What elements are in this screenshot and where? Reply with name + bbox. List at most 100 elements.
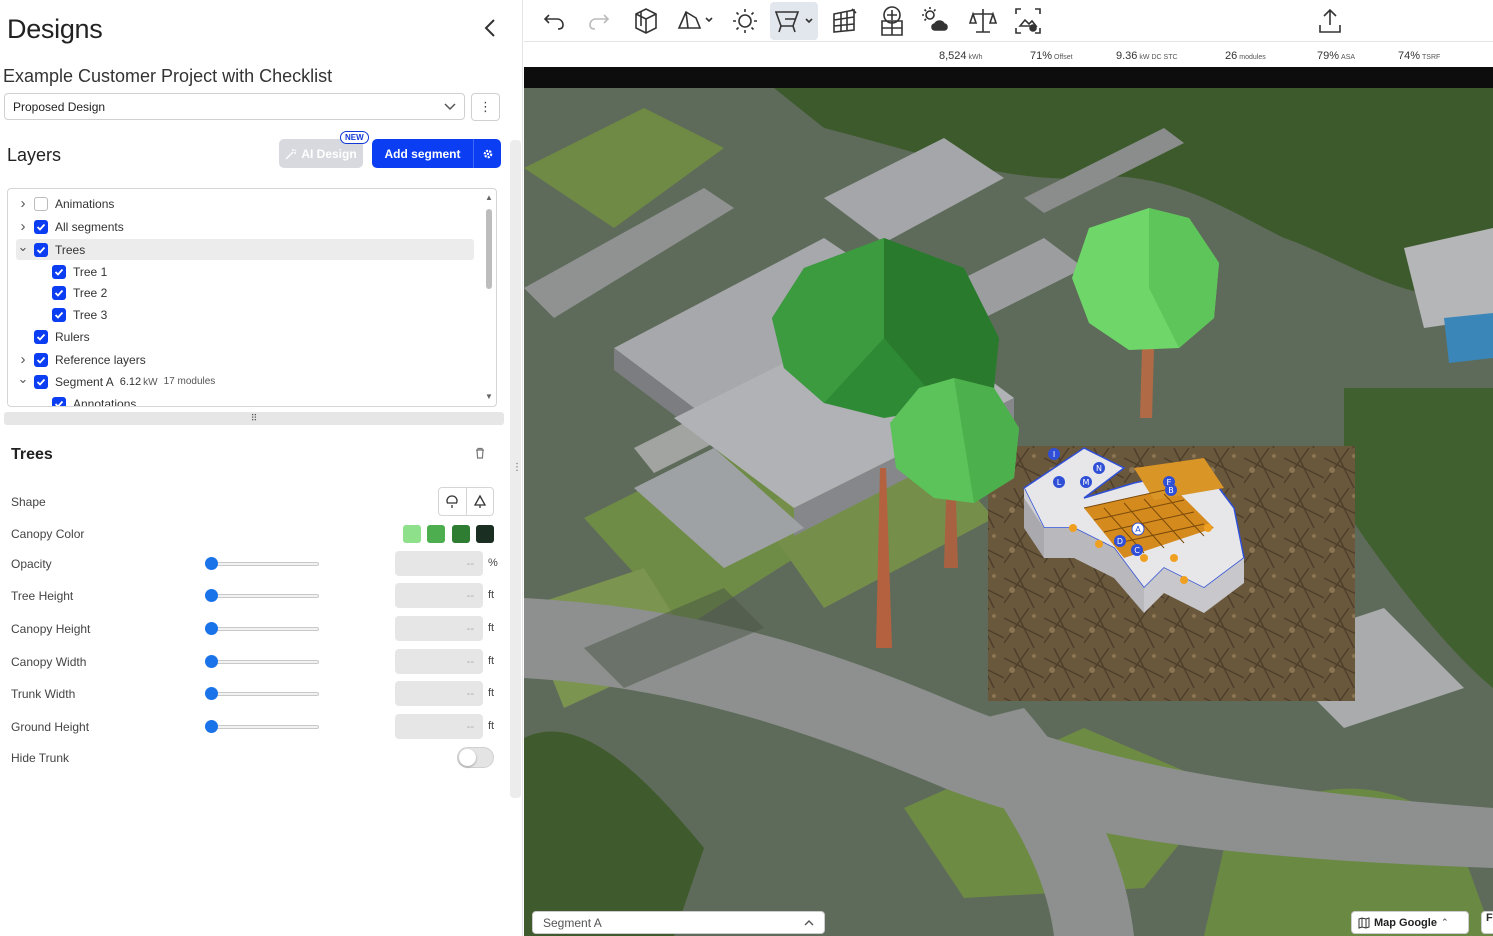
layer-row[interactable]: ⌄ Segment A 6.12 kW 17 modules bbox=[8, 371, 474, 392]
property-unit: % bbox=[488, 557, 498, 569]
drag-dots-icon: ⠿ bbox=[250, 413, 258, 423]
check-icon bbox=[36, 223, 46, 231]
image-export-button[interactable] bbox=[1010, 2, 1046, 40]
shape-round-button[interactable] bbox=[439, 488, 467, 515]
slider-knob[interactable] bbox=[205, 655, 218, 668]
segment-select[interactable]: Segment A bbox=[532, 911, 825, 934]
slider-knob[interactable] bbox=[205, 622, 218, 635]
design-select[interactable]: Proposed Design bbox=[4, 93, 465, 120]
panel-placement-button[interactable] bbox=[770, 2, 818, 40]
layer-checkbox[interactable] bbox=[34, 352, 48, 367]
shape-cone-button[interactable] bbox=[467, 488, 494, 515]
layer-checkbox[interactable] bbox=[52, 264, 66, 279]
property-value-input[interactable]: -- bbox=[395, 583, 483, 608]
layers-resize-handle[interactable]: ⠿ bbox=[4, 412, 504, 425]
layer-row[interactable]: Tree 3 bbox=[8, 304, 474, 325]
canopy-color-swatch[interactable] bbox=[476, 525, 494, 543]
new-badge: NEW bbox=[340, 131, 369, 144]
roof-tool-button[interactable] bbox=[674, 2, 718, 40]
chevron-down-icon[interactable]: ⌄ bbox=[16, 239, 30, 255]
scroll-down-arrow-icon[interactable]: ▼ bbox=[485, 392, 493, 401]
slider-knob[interactable] bbox=[205, 557, 218, 570]
svg-text:M: M bbox=[1083, 478, 1090, 487]
slider-knob[interactable] bbox=[205, 589, 218, 602]
layer-checkbox[interactable] bbox=[34, 329, 48, 344]
compare-tool-button[interactable] bbox=[965, 2, 1001, 40]
undo-button[interactable] bbox=[538, 2, 570, 40]
stat-offset: 71% Offset bbox=[1030, 50, 1073, 62]
layer-row[interactable]: › Reference layers bbox=[8, 349, 474, 370]
chevron-right-icon[interactable]: › bbox=[16, 218, 30, 235]
hide-trunk-toggle[interactable] bbox=[457, 747, 494, 768]
slider-knob[interactable] bbox=[205, 720, 218, 733]
check-icon bbox=[54, 311, 64, 319]
canopy-color-swatch[interactable] bbox=[427, 525, 445, 543]
property-value-input[interactable]: -- bbox=[395, 649, 483, 674]
panel-resize-grip-icon[interactable]: ⋮ bbox=[512, 462, 522, 473]
layer-label: Reference layers bbox=[55, 352, 146, 367]
layers-scrollbar[interactable]: ▲ ▼ bbox=[484, 193, 494, 403]
layer-row[interactable]: Annotations bbox=[8, 393, 474, 406]
layer-checkbox[interactable] bbox=[34, 219, 48, 234]
design-more-button[interactable]: ⋮ bbox=[471, 93, 500, 121]
slider-knob[interactable] bbox=[205, 687, 218, 700]
shape-label: Shape bbox=[11, 495, 46, 509]
round-tree-icon bbox=[446, 494, 458, 508]
layer-checkbox[interactable] bbox=[34, 374, 48, 389]
property-value-input[interactable]: -- bbox=[395, 681, 483, 706]
redo-button[interactable] bbox=[583, 2, 615, 40]
weather-tool-button[interactable] bbox=[918, 2, 954, 40]
canopy-color-swatch[interactable] bbox=[403, 525, 421, 543]
add-segment-button[interactable]: Add segment bbox=[372, 139, 473, 168]
chevron-down-icon[interactable]: ⌄ bbox=[16, 371, 30, 387]
sun-shading-icon bbox=[733, 9, 757, 33]
panel-grid-button[interactable] bbox=[827, 2, 863, 40]
layer-row[interactable]: Tree 2 bbox=[8, 282, 474, 303]
map-viewport[interactable]: I N L M E B A D C bbox=[524, 88, 1493, 936]
trash-icon[interactable] bbox=[473, 446, 487, 460]
property-slider[interactable] bbox=[205, 687, 319, 700]
check-icon bbox=[54, 268, 64, 276]
property-unit: ft bbox=[488, 687, 495, 699]
layer-row[interactable]: Tree 1 bbox=[8, 261, 474, 282]
layer-row[interactable]: › Animations bbox=[8, 193, 474, 214]
map-provider-button[interactable]: Map Google ⌃ bbox=[1351, 911, 1469, 934]
canopy-color-swatch[interactable] bbox=[452, 525, 470, 543]
chevron-right-icon[interactable]: › bbox=[16, 351, 30, 368]
chevron-right-icon[interactable]: › bbox=[16, 195, 30, 212]
layer-checkbox[interactable] bbox=[52, 396, 66, 406]
add-segment-settings-button[interactable] bbox=[473, 139, 501, 168]
check-icon bbox=[36, 246, 46, 254]
layer-checkbox[interactable] bbox=[34, 242, 48, 257]
property-slider[interactable] bbox=[205, 622, 319, 635]
scroll-thumb[interactable] bbox=[486, 209, 492, 289]
property-value-input[interactable]: -- bbox=[395, 551, 483, 576]
slider-label: Trunk Width bbox=[11, 687, 76, 701]
undo-icon bbox=[543, 14, 564, 30]
layer-row[interactable]: Rulers bbox=[8, 326, 474, 347]
collapse-panel-button[interactable] bbox=[478, 14, 502, 42]
hide-trunk-label: Hide Trunk bbox=[11, 751, 70, 765]
stat-tsrf: 74% TSRF bbox=[1398, 50, 1441, 62]
layer-checkbox[interactable] bbox=[52, 285, 66, 300]
property-value-input[interactable]: -- bbox=[395, 616, 483, 641]
layer-row[interactable]: ⌄ Trees bbox=[16, 239, 474, 260]
map-edge-button[interactable]: F bbox=[1481, 911, 1493, 934]
property-value-input[interactable]: -- bbox=[395, 714, 483, 739]
upload-button[interactable] bbox=[1314, 2, 1346, 40]
panel-grid-icon bbox=[833, 8, 857, 33]
layer-checkbox[interactable] bbox=[34, 196, 48, 211]
property-slider[interactable] bbox=[205, 655, 319, 668]
scroll-up-arrow-icon[interactable]: ▲ bbox=[485, 193, 493, 202]
shading-tool-button[interactable] bbox=[728, 2, 762, 40]
layer-label: Trees bbox=[55, 242, 86, 257]
layer-row[interactable]: › All segments bbox=[8, 216, 474, 237]
property-slider[interactable] bbox=[205, 557, 319, 570]
module-layout-button[interactable] bbox=[874, 2, 910, 40]
stat-modules: 26 modules bbox=[1225, 50, 1266, 62]
3d-view-button[interactable] bbox=[628, 2, 664, 40]
property-slider[interactable] bbox=[205, 720, 319, 733]
upload-icon bbox=[1319, 8, 1341, 33]
layer-checkbox[interactable] bbox=[52, 307, 66, 322]
property-slider[interactable] bbox=[205, 589, 319, 602]
